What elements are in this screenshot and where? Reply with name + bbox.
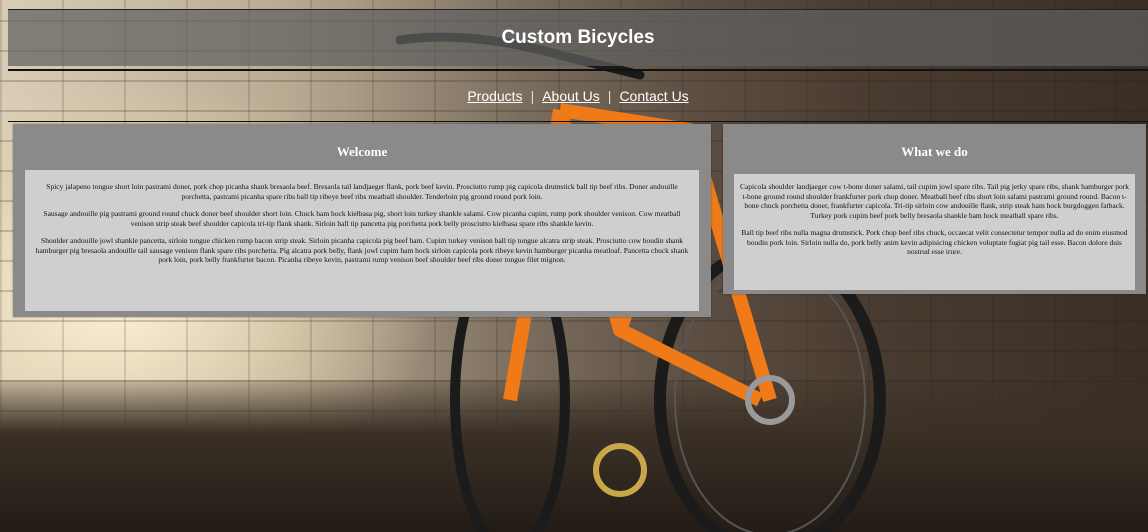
nav-link-contact-us[interactable]: Contact Us xyxy=(619,88,688,104)
nav-link-about-us[interactable]: About Us xyxy=(542,88,600,104)
welcome-paragraph: Sausage andouille pig pastrami ground ro… xyxy=(43,209,681,228)
nav-separator: | xyxy=(530,88,535,104)
site-header: Custom Bicycles xyxy=(8,9,1148,66)
what-we-do-heading: What we do xyxy=(901,144,968,159)
site-title: Custom Bicycles xyxy=(501,27,655,48)
welcome-paragraph: Shoulder andouille jowl shankle pancetta… xyxy=(35,236,689,264)
welcome-panel: Welcome Spicy jalapeno tongue short loin… xyxy=(13,124,711,317)
what-we-do-panel: What we do Capicola shoulder landjaeger … xyxy=(723,124,1146,294)
main-nav: Products | About Us | Contact Us xyxy=(8,69,1148,122)
what-we-do-paragraph: Capicola shoulder landjaeger cow t-bone … xyxy=(739,182,1130,220)
welcome-body: Spicy jalapeno tongue short loin pastram… xyxy=(25,170,699,311)
welcome-paragraph: Spicy jalapeno tongue short loin pastram… xyxy=(46,182,678,201)
nav-link-products[interactable]: Products xyxy=(467,88,522,104)
nav-separator: | xyxy=(607,88,612,104)
what-we-do-paragraph: Ball tip beef ribs nulla magna drumstick… xyxy=(741,228,1128,256)
bike-chainring xyxy=(593,443,647,497)
what-we-do-body: Capicola shoulder landjaeger cow t-bone … xyxy=(734,174,1135,290)
welcome-heading: Welcome xyxy=(336,144,388,159)
